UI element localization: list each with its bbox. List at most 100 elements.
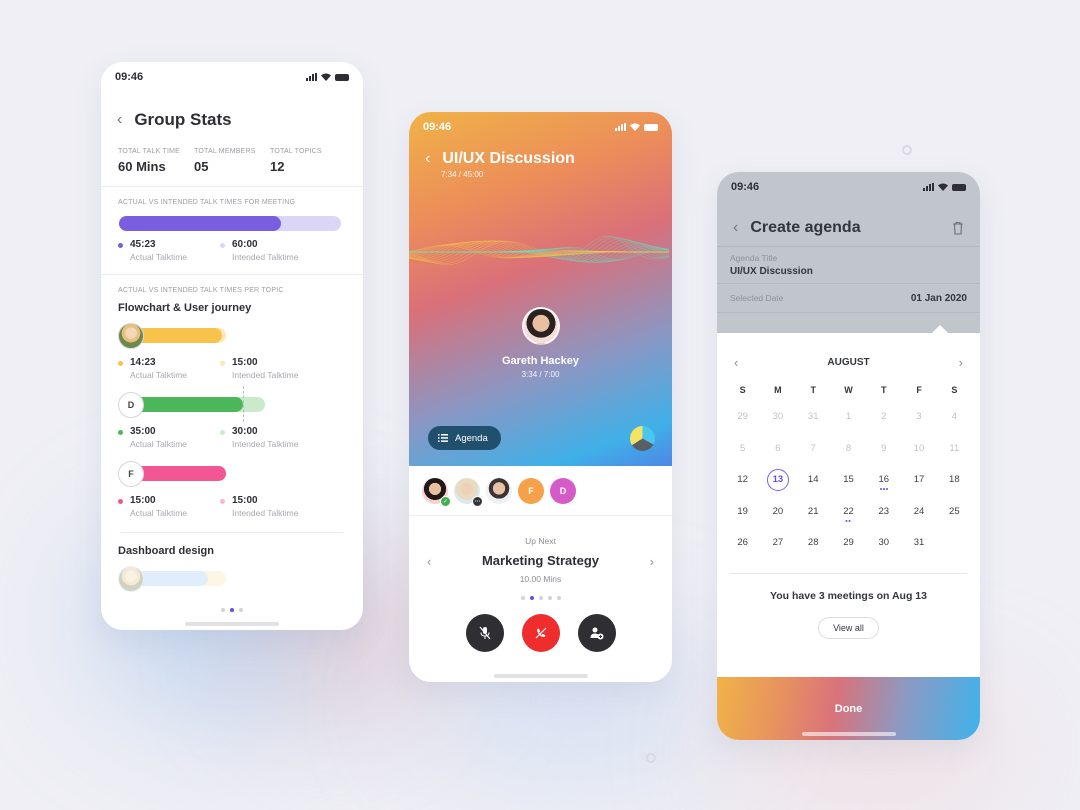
next-topic-button[interactable]: › [650,554,654,569]
calendar-day[interactable]: 11 [937,443,972,475]
calendar-day[interactable]: 26 [725,537,760,569]
next-month-button[interactable]: › [959,355,963,370]
checkmark-icon: ✓ [440,496,451,507]
up-next-title: Marketing Strategy [481,553,600,568]
stat-label: TOTAL MEMBERS [194,148,256,155]
stats-summary: TOTAL TALK TIME 60 Mins TOTAL MEMBERS 05 TOT… [101,136,363,174]
trash-icon[interactable] [952,221,964,235]
page-title: Create agenda [750,219,861,236]
calendar-day[interactable]: 12 [725,474,760,506]
mic-off-icon [479,626,490,640]
calendar-day[interactable]: 28 [796,537,831,569]
calendar-day[interactable]: 30 [760,411,795,443]
intended-marker [242,386,244,422]
participant-avatar[interactable]: F [518,478,544,504]
calendar-day[interactable]: 19 [725,506,760,538]
participant-avatar[interactable]: ✓ [422,478,451,507]
selected-date-field[interactable]: Selected Date 01 Jan 2020 [717,283,980,312]
calendar-day[interactable]: 30 [866,537,901,569]
page-dot[interactable] [230,608,234,612]
participant-avatar[interactable]: D [550,478,576,504]
calendar-day[interactable]: 8 [831,443,866,475]
intended-value: 15:00 [232,357,258,368]
calendar-day[interactable]: 7 [796,443,831,475]
up-next-label: Up Next [525,536,556,546]
meeting-legend: 45:23 Actual Talktime 60:00 Intended Talkt… [101,231,363,262]
day-number: 26 [737,537,748,548]
calendar-day[interactable]: 16 [866,474,901,506]
calendar-day[interactable]: 2 [866,411,901,443]
previous-month-button[interactable]: ‹ [734,355,738,370]
calendar-day[interactable]: 23 [866,506,901,538]
divider [717,312,980,313]
calendar-day[interactable]: 15 [831,474,866,506]
calendar-day[interactable]: 10 [901,443,936,475]
previous-topic-button[interactable]: ‹ [427,554,431,569]
day-number: 8 [845,442,852,454]
speaker-name: Gareth Hackey [501,355,580,367]
signal-icon [615,123,626,131]
calendar-day[interactable]: 18 [937,474,972,506]
calendar-day[interactable]: 20 [760,506,795,538]
back-button[interactable]: ‹ [425,150,430,168]
page-dot[interactable] [556,596,561,600]
page-dot[interactable] [520,596,525,600]
view-all-button[interactable]: View all [818,616,879,639]
end-call-button[interactable] [521,614,560,652]
calendar-day[interactable]: 24 [901,506,936,538]
participant-avatar[interactable]: ··· [454,478,483,507]
page-dot[interactable] [529,596,534,600]
page-dot[interactable] [538,596,543,600]
day-number: 30 [772,411,784,422]
calendar-day[interactable]: 17 [901,474,936,506]
day-number: 29 [737,411,748,422]
calendar-day[interactable]: 1 [831,411,866,443]
page-dot[interactable] [239,608,243,612]
calendar-header: ‹ AUGUST › [717,333,980,373]
calendar-day[interactable]: 31 [796,411,831,443]
status-bar: 09:46 [717,172,980,202]
status-time: 09:46 [731,181,760,193]
day-number: 5 [739,442,746,454]
done-button[interactable]: Done [717,677,980,740]
add-participant-button[interactable] [577,614,616,652]
up-next-duration: 10.00 Mins [519,574,562,584]
agenda-button[interactable]: Agenda [428,426,501,450]
member-avatar: F [118,461,144,487]
back-button[interactable]: ‹ [117,111,122,129]
talk-share-pie-icon[interactable] [630,426,655,451]
calendar-day[interactable]: 5 [725,443,760,475]
actual-value: 14:23 [130,357,156,368]
day-number: 7 [810,442,816,454]
back-button[interactable]: ‹ [733,219,738,237]
page-dot[interactable] [547,596,552,600]
topic-title: Flowchart & User journey [118,302,252,314]
calendar-day[interactable]: 25 [937,506,972,538]
weekday-label: F [916,385,922,395]
status-bar: 09:46 [409,112,672,142]
calendar-day[interactable]: 3 [901,411,936,443]
mute-button[interactable] [465,614,504,652]
meetings-message: You have 3 meetings on Aug 13 [770,589,927,602]
calendar-day[interactable]: 27 [760,537,795,569]
calendar-day[interactable]: 22 [831,506,866,538]
active-speaker: Gareth Hackey 3:34 / 7:00 [461,307,621,379]
stat-item: TOTAL MEMBERS 05 [194,148,270,174]
calendar-day[interactable]: 21 [796,506,831,538]
member-avatar [118,566,144,592]
page-dot[interactable] [221,608,225,612]
weekday-label: M [774,385,782,395]
calendar-day[interactable]: 31 [901,537,936,569]
calendar-day[interactable]: 29 [831,537,866,569]
calendar-day[interactable]: 14 [796,474,831,506]
calendar-day-selected[interactable]: 13 [760,469,795,506]
battery-icon [952,183,966,191]
field-label: Agenda Title [730,253,778,263]
calendar-day[interactable]: 29 [725,411,760,443]
participant-avatar[interactable] [486,478,512,504]
calendar-day[interactable]: 9 [866,443,901,475]
agenda-title-field[interactable]: Agenda Title UI/UX Discussion [717,246,980,283]
meeting-talktime-bar [119,216,341,231]
calendar-day[interactable]: 4 [937,411,972,443]
day-number: 15 [843,474,854,485]
